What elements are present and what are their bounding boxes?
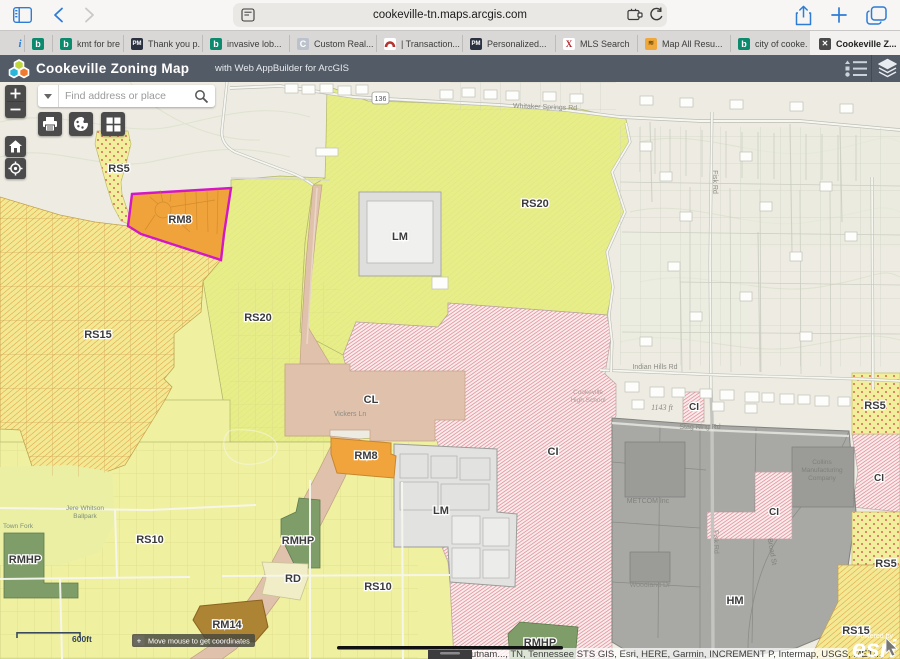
svg-text:LM: LM (433, 505, 449, 517)
svg-text:High School: High School (570, 397, 606, 404)
svg-text:ty of Putnam..., TN, Tennessee: ty of Putnam..., TN, Tennessee STS GIS, … (444, 649, 884, 659)
svg-text:+: + (137, 637, 142, 646)
svg-text:LM: LM (392, 231, 408, 243)
svg-text:Stag King Rd: Stag King Rd (679, 424, 720, 431)
svg-text:RS10: RS10 (364, 581, 392, 593)
svg-text:CL: CL (364, 394, 379, 406)
svg-text:RS20: RS20 (244, 312, 272, 324)
svg-text:RD: RD (285, 573, 301, 585)
svg-text:METCOM Inc: METCOM Inc (627, 498, 670, 505)
svg-text:Collins: Collins (812, 459, 832, 466)
svg-text:Fisk Rd: Fisk Rd (711, 170, 718, 194)
svg-text:RS5: RS5 (864, 400, 885, 412)
svg-text:Jere Whitson: Jere Whitson (66, 505, 104, 512)
svg-text:600ft: 600ft (72, 634, 92, 644)
svg-text:CI: CI (769, 507, 779, 518)
svg-text:Move mouse to get coordinates: Move mouse to get coordinates (148, 637, 250, 646)
svg-text:Woodland Dr: Woodland Dr (630, 582, 671, 589)
svg-text:RM8: RM8 (354, 450, 377, 462)
svg-text:RMHP: RMHP (9, 554, 41, 566)
svg-text:CI: CI (874, 473, 884, 484)
svg-text:RS15: RS15 (84, 329, 112, 341)
svg-text:1143 ft: 1143 ft (651, 403, 674, 412)
svg-text:RM8: RM8 (168, 214, 191, 226)
svg-text:Company: Company (808, 475, 837, 482)
svg-text:Manufacturing: Manufacturing (801, 467, 843, 474)
svg-text:Ballpark: Ballpark (73, 513, 97, 520)
svg-text:CI: CI (689, 402, 699, 413)
svg-text:RMHP: RMHP (282, 535, 314, 547)
svg-text:RS5: RS5 (875, 558, 896, 570)
svg-text:RM14: RM14 (212, 619, 242, 631)
svg-text:Cookeville: Cookeville (573, 389, 603, 396)
svg-text:RS20: RS20 (521, 198, 549, 210)
svg-text:CI: CI (548, 446, 559, 458)
svg-text:Fisk Rd: Fisk Rd (712, 530, 720, 554)
svg-text:HM: HM (726, 595, 743, 607)
svg-text:Town Fork: Town Fork (3, 523, 34, 530)
svg-text:Vickers Ln: Vickers Ln (334, 411, 367, 418)
svg-text:RS5: RS5 (108, 163, 129, 175)
svg-text:RS10: RS10 (136, 534, 164, 546)
svg-text:136: 136 (375, 96, 387, 103)
svg-text:Indian Hills Rd: Indian Hills Rd (632, 364, 677, 371)
